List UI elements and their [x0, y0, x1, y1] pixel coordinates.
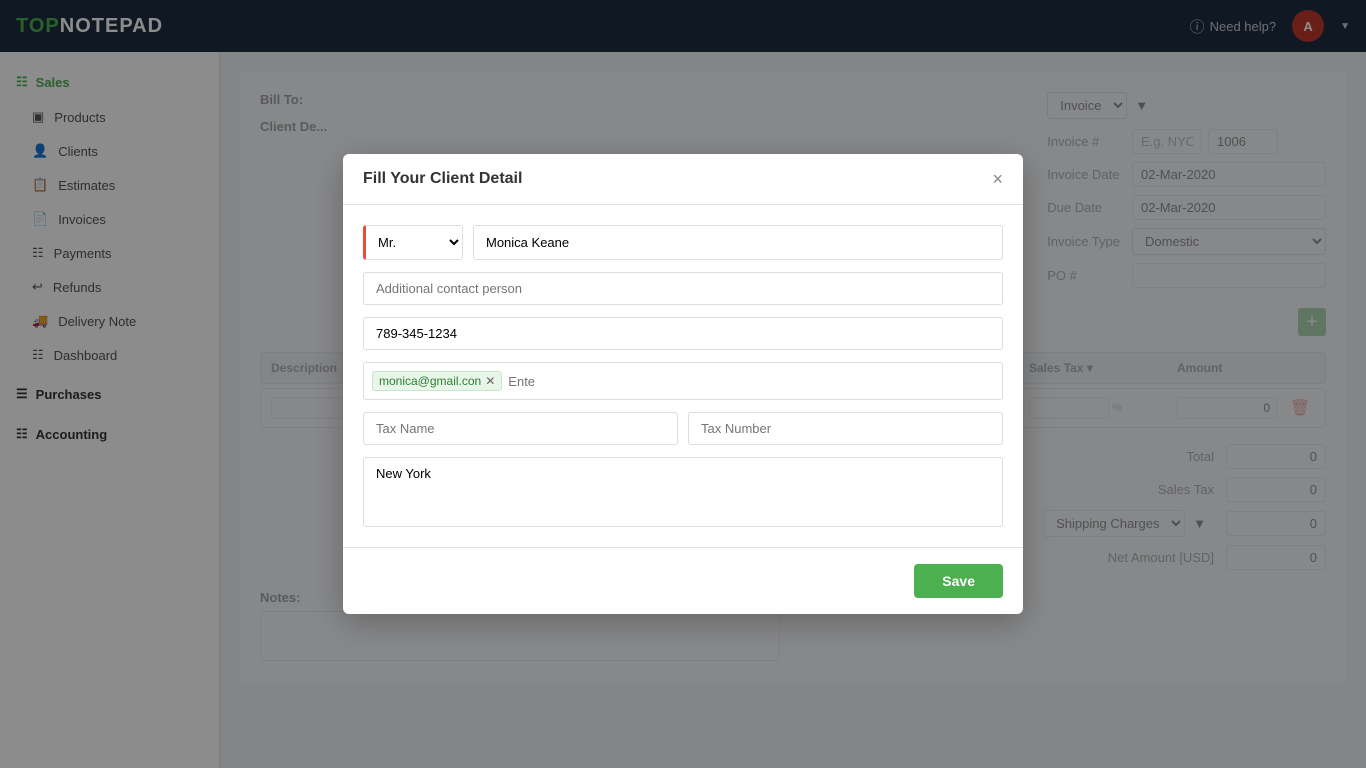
modal-body: Mr. Mrs. Ms. Dr. monica@gmail.con ✕	[343, 205, 1023, 547]
modal-close-button[interactable]: ×	[992, 170, 1003, 188]
modal-footer: Save	[343, 547, 1023, 614]
title-select[interactable]: Mr. Mrs. Ms. Dr.	[363, 225, 463, 260]
address-row: New York	[363, 457, 1003, 527]
additional-contact-input[interactable]	[363, 272, 1003, 305]
modal-overlay: Fill Your Client Detail × Mr. Mrs. Ms. D…	[0, 0, 1366, 768]
tax-name-input[interactable]	[363, 412, 678, 445]
tax-row	[363, 412, 1003, 445]
save-button[interactable]: Save	[914, 564, 1003, 598]
name-row: Mr. Mrs. Ms. Dr.	[363, 225, 1003, 260]
phone-row	[363, 317, 1003, 350]
tax-number-input[interactable]	[688, 412, 1003, 445]
email-tag: monica@gmail.con ✕	[372, 371, 502, 391]
address-textarea[interactable]: New York	[363, 457, 1003, 527]
email-tag-text: monica@gmail.con	[379, 374, 481, 388]
full-name-input[interactable]	[473, 225, 1003, 260]
phone-input[interactable]	[363, 317, 1003, 350]
additional-contact-row	[363, 272, 1003, 305]
email-tags-row[interactable]: monica@gmail.con ✕	[363, 362, 1003, 400]
modal-header: Fill Your Client Detail ×	[343, 154, 1023, 205]
email-input[interactable]	[508, 374, 994, 389]
email-tag-remove[interactable]: ✕	[485, 375, 495, 387]
modal-title: Fill Your Client Detail	[363, 170, 522, 188]
fill-client-detail-modal: Fill Your Client Detail × Mr. Mrs. Ms. D…	[343, 154, 1023, 614]
